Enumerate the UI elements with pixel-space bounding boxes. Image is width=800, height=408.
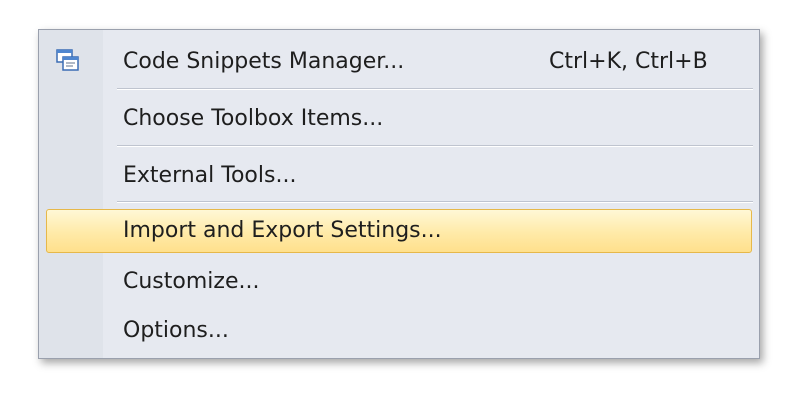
menu-item-code-snippets-manager[interactable]: Code Snippets Manager... Ctrl+K, Ctrl+B bbox=[39, 38, 759, 86]
tools-menu: Code Snippets Manager... Ctrl+K, Ctrl+B … bbox=[38, 29, 760, 359]
menu-item-import-export-settings[interactable]: Import and Export Settings... bbox=[39, 207, 759, 255]
menu-item-label: Options... bbox=[123, 318, 229, 343]
menu-item-customize[interactable]: Customize... bbox=[39, 258, 759, 306]
menu-item-label: Code Snippets Manager... bbox=[123, 49, 405, 74]
menu-item-label: External Tools... bbox=[123, 163, 297, 188]
menu-item-external-tools[interactable]: External Tools... bbox=[39, 152, 759, 200]
menu-item-choose-toolbox-items[interactable]: Choose Toolbox Items... bbox=[39, 95, 759, 143]
menu-item-shortcut: Ctrl+K, Ctrl+B bbox=[549, 49, 708, 74]
menu-separator bbox=[117, 201, 753, 203]
code-snippets-icon bbox=[56, 49, 82, 73]
menu-item-label: Customize... bbox=[123, 269, 260, 294]
menu-item-options[interactable]: Options... bbox=[39, 307, 759, 355]
menu-separator bbox=[117, 88, 753, 90]
menu-item-label: Choose Toolbox Items... bbox=[123, 106, 384, 131]
menu-item-label: Import and Export Settings... bbox=[123, 218, 442, 243]
menu-separator bbox=[117, 145, 753, 147]
